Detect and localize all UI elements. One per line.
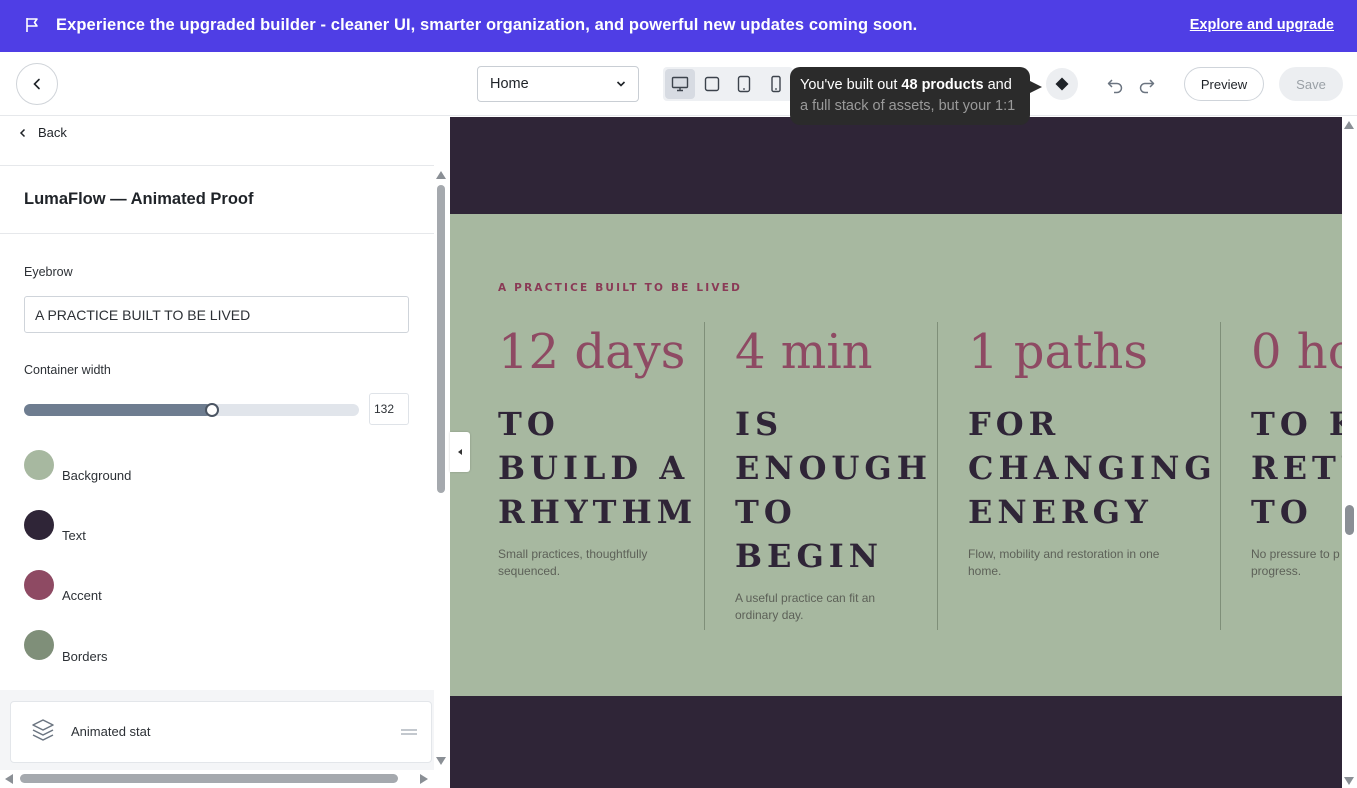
section-eyebrow: A PRACTICE BUILT TO BE LIVED bbox=[498, 282, 742, 294]
scroll-thumb[interactable] bbox=[1345, 505, 1354, 535]
stat-heading: IS ENOUGH TO BEGIN bbox=[735, 405, 932, 575]
redo-icon[interactable] bbox=[1138, 76, 1156, 94]
preview-button[interactable]: Preview bbox=[1184, 67, 1264, 101]
page-select-value: Home bbox=[490, 76, 529, 92]
laptop-icon bbox=[704, 76, 720, 92]
stat-description: A useful practice can fit an ordinary da… bbox=[735, 591, 876, 622]
tablet-icon bbox=[737, 75, 751, 93]
background-color-label: Background bbox=[62, 468, 132, 483]
stat-divider bbox=[937, 322, 938, 630]
scroll-down-arrow[interactable] bbox=[1344, 777, 1354, 785]
slider-thumb[interactable] bbox=[204, 403, 219, 417]
chevron-down-icon bbox=[616, 81, 626, 87]
background-color-swatch[interactable] bbox=[24, 450, 54, 480]
borders-color-label: Borders bbox=[62, 649, 108, 664]
canvas-vertical-scrollbar[interactable] bbox=[1342, 117, 1357, 788]
panel-horizontal-scrollbar[interactable] bbox=[0, 770, 434, 788]
page-preview-canvas: A PRACTICE BUILT TO BE LIVED 12 days TO … bbox=[450, 117, 1342, 788]
scroll-up-arrow[interactable] bbox=[1344, 121, 1354, 129]
mobile-view-button[interactable] bbox=[761, 69, 791, 99]
undo-icon[interactable] bbox=[1106, 76, 1124, 94]
tooltip-line-2: a full stack of assets, but your 1:1 bbox=[800, 98, 1016, 114]
accent-color-label: Accent bbox=[62, 588, 102, 603]
text-color-label: Text bbox=[62, 528, 86, 543]
block-label: Animated stat bbox=[71, 724, 151, 739]
save-button[interactable]: Save bbox=[1279, 67, 1343, 101]
layers-icon bbox=[32, 719, 54, 741]
stat-description: No pressure to p progress. bbox=[1251, 547, 1340, 578]
container-width-label: Container width bbox=[24, 363, 111, 377]
settings-panel: Back LumaFlow — Animated Proof Eyebrow A… bbox=[0, 117, 434, 788]
tablet-view-button[interactable] bbox=[729, 69, 759, 99]
chevron-left-icon bbox=[19, 128, 26, 137]
stat-number: 12 days bbox=[498, 324, 686, 380]
device-switcher bbox=[663, 67, 793, 101]
stat-item: 1 paths FOR CHANGING ENERGY Flow, mobili… bbox=[968, 322, 1212, 630]
eyebrow-label: Eyebrow bbox=[24, 265, 73, 279]
stat-description: Flow, mobility and restoration in one ho… bbox=[968, 547, 1160, 578]
stat-item: 4 min IS ENOUGH TO BEGIN A useful practi… bbox=[735, 322, 935, 630]
laptop-view-button[interactable] bbox=[697, 69, 727, 99]
stat-number: 1 paths bbox=[968, 324, 1148, 380]
products-tooltip: You've built out 48 products and a full … bbox=[790, 67, 1030, 125]
scroll-thumb[interactable] bbox=[437, 185, 445, 493]
premium-diamond-button[interactable] bbox=[1046, 68, 1078, 100]
section-title: LumaFlow — Animated Proof bbox=[24, 190, 254, 208]
animated-proof-section[interactable]: A PRACTICE BUILT TO BE LIVED 12 days TO … bbox=[450, 214, 1342, 696]
stat-item: 0 ho TO K RETU TO No pressure to p progr… bbox=[1251, 322, 1342, 630]
back-circle-button[interactable] bbox=[16, 63, 58, 105]
scroll-left-arrow[interactable] bbox=[5, 774, 13, 784]
explore-upgrade-link[interactable]: Explore and upgrade bbox=[1190, 17, 1334, 33]
stat-divider bbox=[1220, 322, 1221, 630]
tooltip-line-1: You've built out 48 products and bbox=[800, 77, 1012, 93]
desktop-view-button[interactable] bbox=[665, 69, 695, 99]
divider bbox=[0, 165, 434, 166]
stat-number: 4 min bbox=[735, 324, 873, 380]
scroll-thumb[interactable] bbox=[20, 774, 398, 783]
drag-handle-icon[interactable] bbox=[401, 729, 417, 735]
panel-back-link[interactable]: Back bbox=[18, 125, 67, 140]
stat-heading: TO K RETU TO bbox=[1251, 405, 1342, 531]
diamond-icon bbox=[1055, 77, 1069, 91]
page-select[interactable]: Home bbox=[477, 66, 639, 102]
stat-heading: TO BUILD A RHYTHM bbox=[498, 405, 698, 531]
divider bbox=[0, 233, 434, 234]
upgrade-banner: Experience the upgraded builder - cleane… bbox=[0, 0, 1357, 52]
container-width-input[interactable]: 132 bbox=[369, 393, 409, 425]
container-width-slider[interactable] bbox=[24, 403, 359, 417]
borders-color-swatch[interactable] bbox=[24, 630, 54, 660]
collapse-panel-button[interactable] bbox=[450, 432, 470, 472]
back-label: Back bbox=[38, 125, 67, 140]
text-color-swatch[interactable] bbox=[24, 510, 54, 540]
stat-number: 0 ho bbox=[1251, 324, 1342, 380]
accent-color-swatch[interactable] bbox=[24, 570, 54, 600]
slider-fill bbox=[24, 404, 212, 416]
scroll-down-arrow[interactable] bbox=[436, 757, 446, 765]
desktop-icon bbox=[671, 76, 689, 92]
eyebrow-input[interactable]: A PRACTICE BUILT TO BE LIVED bbox=[24, 296, 409, 333]
caret-left-icon bbox=[458, 449, 462, 455]
flag-icon bbox=[26, 18, 38, 32]
stat-heading: FOR CHANGING ENERGY bbox=[968, 405, 1217, 531]
tooltip-arrow bbox=[1028, 80, 1042, 94]
stat-item: 12 days TO BUILD A RHYTHM Small practice… bbox=[498, 322, 698, 630]
mobile-icon bbox=[771, 75, 781, 93]
animated-stat-block[interactable]: Animated stat bbox=[10, 701, 432, 763]
chevron-left-icon bbox=[33, 78, 40, 90]
stat-description: Small practices, thoughtfully sequenced. bbox=[498, 547, 648, 578]
banner-message: Experience the upgraded builder - cleane… bbox=[56, 16, 918, 34]
panel-vertical-scrollbar[interactable] bbox=[434, 167, 450, 767]
stat-divider bbox=[704, 322, 705, 630]
scroll-right-arrow[interactable] bbox=[420, 774, 428, 784]
scroll-up-arrow[interactable] bbox=[436, 171, 446, 179]
